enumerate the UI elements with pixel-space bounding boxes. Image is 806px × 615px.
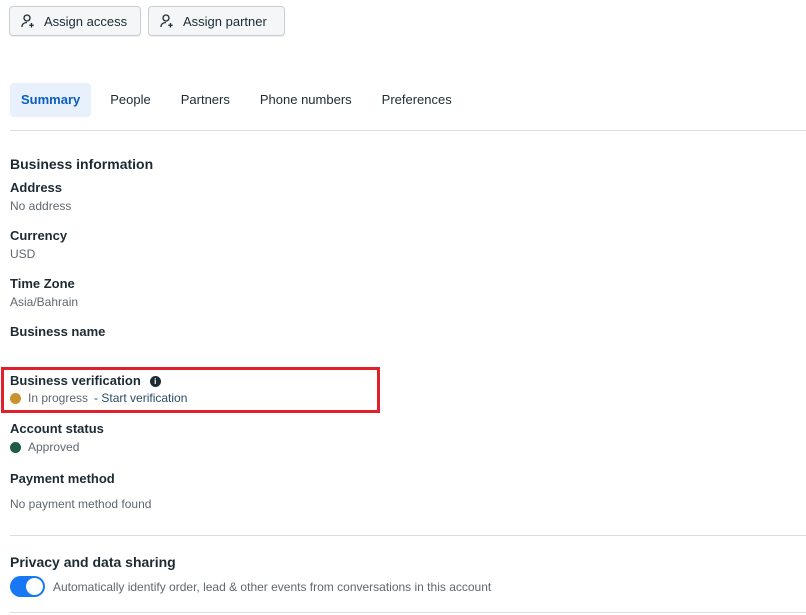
tab-summary[interactable]: Summary	[10, 83, 92, 117]
tab-people[interactable]: People	[99, 83, 161, 117]
account-status-label: Account status	[10, 421, 104, 436]
payment-method-label: Payment method	[10, 471, 115, 486]
tab-phone-numbers[interactable]: Phone numbers	[249, 83, 363, 117]
divider	[10, 612, 806, 613]
assign-access-button[interactable]: Assign access	[9, 6, 141, 36]
assign-access-label: Assign access	[44, 13, 128, 29]
add-person-icon	[160, 14, 173, 28]
timezone-value: Asia/Bahrain	[10, 295, 79, 309]
address-label: Address	[10, 180, 63, 195]
auto-identify-toggle[interactable]	[10, 576, 45, 597]
info-icon[interactable]: i	[149, 376, 161, 387]
currency-label: Currency	[10, 228, 68, 243]
business-name-label: Business name	[10, 324, 106, 339]
divider	[10, 130, 806, 131]
account-status-value: Approved	[28, 440, 80, 454]
account-status: Approved	[10, 440, 79, 454]
address-value: No address	[10, 199, 72, 213]
business-verification-label: Business verification i	[10, 373, 161, 388]
start-verification-link[interactable]: - Start verification	[94, 391, 187, 405]
status-dot-approved	[10, 441, 21, 453]
divider	[10, 535, 806, 536]
business-verification-text: Business verification	[10, 373, 141, 388]
business-info-title: Business information	[10, 156, 154, 172]
assign-partner-label: Assign partner	[183, 13, 267, 29]
timezone-label: Time Zone	[10, 276, 75, 291]
toggle-knob	[26, 578, 43, 595]
privacy-title: Privacy and data sharing	[10, 554, 176, 570]
tab-partners[interactable]: Partners	[170, 83, 241, 117]
currency-value: USD	[10, 247, 36, 261]
auto-identify-description: Automatically identify order, lead & oth…	[53, 580, 492, 594]
verification-status: In progress - Start verification	[10, 391, 187, 405]
status-dot-in-progress	[10, 392, 21, 404]
verification-status-text: In progress	[28, 391, 89, 405]
payment-method-value: No payment method found	[10, 497, 152, 511]
assign-partner-button[interactable]: Assign partner	[148, 6, 285, 36]
tab-preferences[interactable]: Preferences	[371, 83, 463, 117]
tab-bar: Summary People Partners Phone numbers Pr…	[10, 83, 463, 117]
add-person-icon	[21, 14, 34, 28]
